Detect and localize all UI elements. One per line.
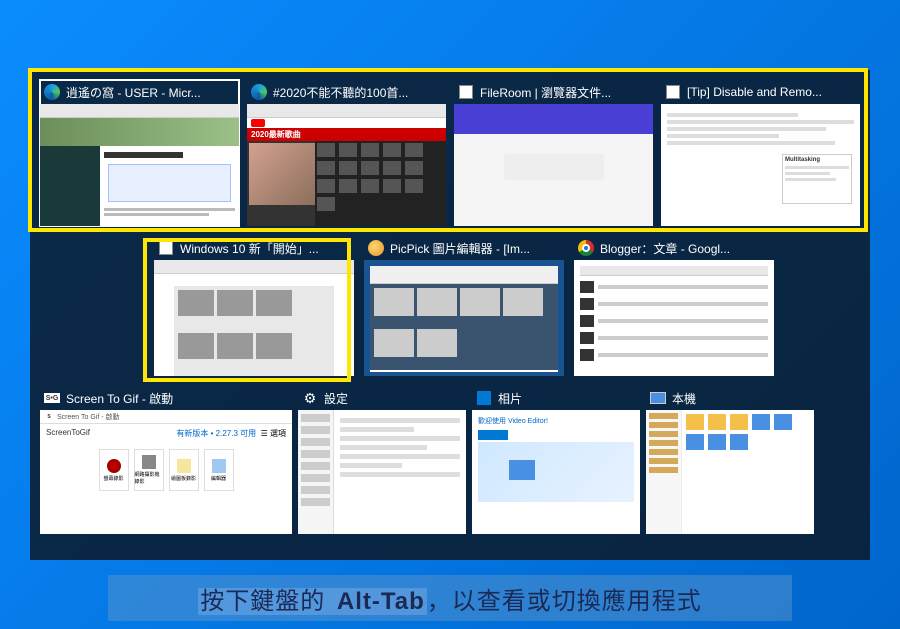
tile-title: 相片: [498, 390, 636, 407]
pc-icon: [650, 390, 666, 406]
tile-tip[interactable]: [Tip] Disable and Remo... Multitasking: [661, 80, 860, 226]
row-3: S•G Screen To Gif - 啟動 SScreen To Gif - …: [40, 386, 860, 534]
tile-title: Blogger：文章 - Googl...: [600, 240, 770, 257]
tile-title: 逍遙の窩 - USER - Micr...: [66, 84, 235, 101]
thumbnail: [298, 410, 466, 534]
tab-icon: [158, 240, 174, 256]
thumbnail: [574, 260, 774, 376]
tile-photos[interactable]: 相片 歡迎使用 Video Editor!: [472, 386, 640, 534]
tile-title: #2020不能不聽的100首...: [273, 84, 442, 101]
thumbnail: SScreen To Gif - 啟動 ScreenToGif 有新版本 • 2…: [40, 410, 292, 534]
tile-title: PicPick 圖片編輯器 - [Im...: [390, 240, 560, 257]
row-1: 逍遙の窩 - USER - Micr... #2020不能不聽的100首...: [40, 80, 860, 226]
tile-win10-start[interactable]: Windows 10 新「開始」...: [154, 236, 354, 376]
tile-fileroom[interactable]: FileRoom | 瀏覽器文件...: [454, 80, 653, 226]
task-view-panel: 逍遙の窩 - USER - Micr... #2020不能不聽的100首...: [30, 70, 870, 560]
tile-this-pc[interactable]: 本機: [646, 386, 814, 534]
tile-settings[interactable]: ⚙ 設定: [298, 386, 466, 534]
tile-edge-user[interactable]: 逍遙の窩 - USER - Micr...: [40, 80, 239, 226]
thumbnail: [454, 104, 653, 226]
instruction-caption: 按下鍵盤的 Alt-Tab，以查看或切換應用程式: [108, 575, 792, 621]
row-2: Windows 10 新「開始」... PicPick 圖片編輯器 - [Im.…: [154, 236, 860, 376]
tile-title: [Tip] Disable and Remo...: [687, 85, 856, 99]
chrome-icon: [578, 240, 594, 256]
thumbnail: 2020最新歌曲: [247, 104, 446, 226]
stg-icon: S•G: [44, 390, 60, 406]
thumbnail: [364, 260, 564, 376]
tile-screentogif[interactable]: S•G Screen To Gif - 啟動 SScreen To Gif - …: [40, 386, 292, 534]
edge-icon: [251, 84, 267, 100]
thumbnail: [646, 410, 814, 534]
picpick-icon: [368, 240, 384, 256]
gear-icon: ⚙: [302, 390, 318, 406]
thumbnail: 歡迎使用 Video Editor!: [472, 410, 640, 534]
caption-suffix: ，以查看或切換應用程式: [427, 588, 702, 615]
tile-title: FileRoom | 瀏覽器文件...: [480, 84, 649, 101]
thumbnail: [154, 260, 354, 376]
tile-title: 設定: [324, 390, 462, 407]
tile-title: Windows 10 新「開始」...: [180, 240, 350, 257]
tile-blogger[interactable]: Blogger：文章 - Googl...: [574, 236, 774, 376]
tile-title: Screen To Gif - 啟動: [66, 390, 288, 407]
edge-icon: [44, 84, 60, 100]
tile-title: 本機: [672, 390, 810, 407]
tab-icon: [665, 84, 681, 100]
thumbnail: Multitasking: [661, 104, 860, 226]
tab-icon: [458, 84, 474, 100]
caption-key: Alt-Tab: [335, 588, 427, 615]
tile-youtube[interactable]: #2020不能不聽的100首... 2020最新歌曲: [247, 80, 446, 226]
thumbnail: [40, 104, 239, 226]
photos-icon: [476, 390, 492, 406]
tile-picpick[interactable]: PicPick 圖片編輯器 - [Im...: [364, 236, 564, 376]
caption-prefix: 按下鍵盤的: [198, 588, 335, 615]
